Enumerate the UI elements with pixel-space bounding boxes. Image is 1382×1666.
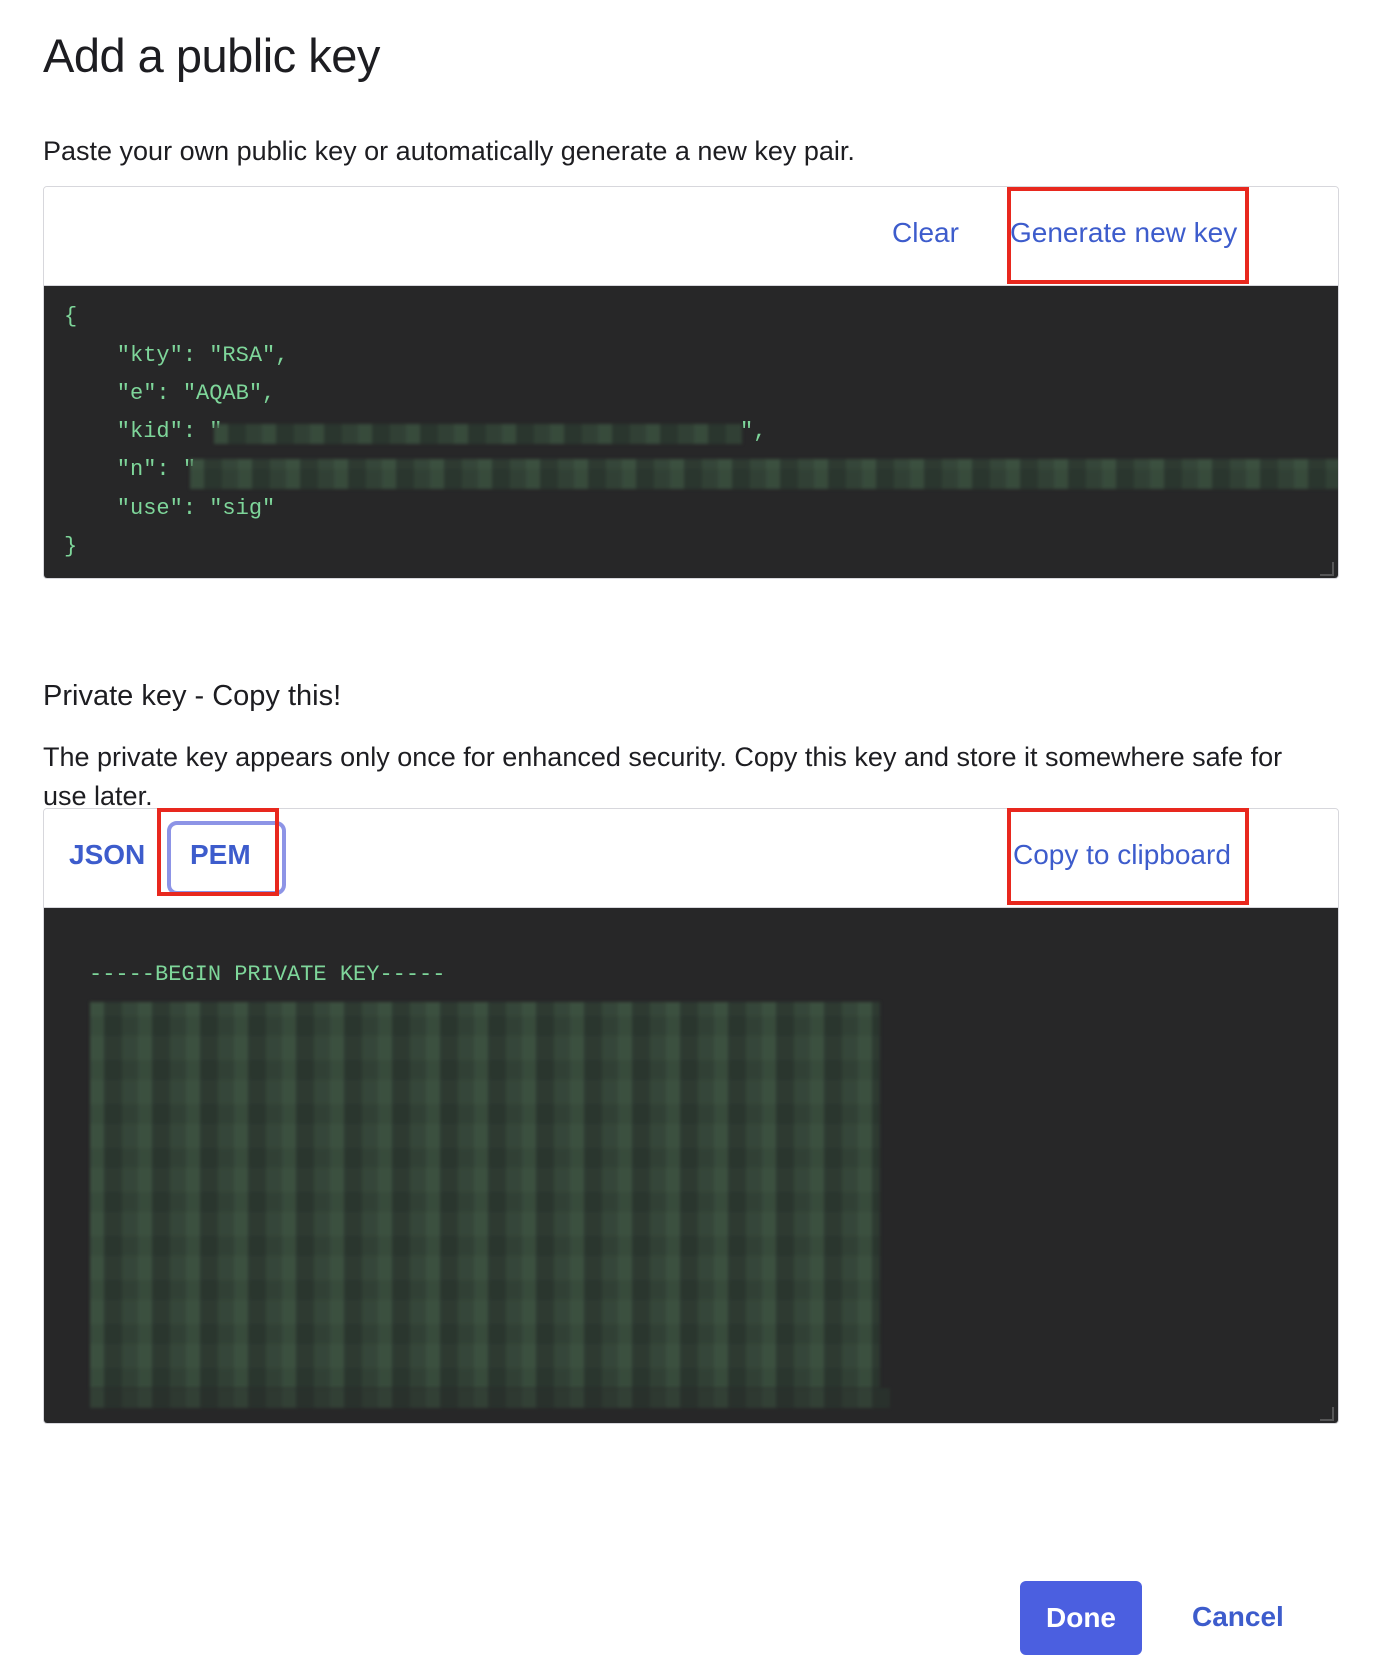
private-key-toolbar: JSON PEM Copy to clipboard — [44, 809, 1338, 908]
code-line-close: } — [64, 534, 78, 559]
page-title: Add a public key — [43, 29, 380, 82]
code-line: { — [64, 304, 78, 329]
pem-begin-line: -----BEGIN PRIVATE KEY----- — [89, 962, 446, 987]
clear-button[interactable]: Clear — [892, 217, 959, 249]
code-line-kty: "kty": "RSA", — [64, 343, 289, 368]
private-key-panel: JSON PEM Copy to clipboard -----BEGIN PR… — [43, 808, 1339, 1424]
generate-new-key-button[interactable]: Generate new key — [1010, 217, 1237, 249]
code-line-kid: "kid": " — [64, 419, 223, 444]
redacted-kid-value — [214, 424, 742, 444]
private-key-description: The private key appears only once for en… — [43, 742, 1283, 811]
redacted-private-key-line — [90, 1388, 890, 1408]
intro-text: Paste your own public key or automatical… — [43, 136, 855, 166]
redacted-n-value — [190, 459, 1338, 489]
cancel-button[interactable]: Cancel — [1192, 1601, 1284, 1633]
public-key-editor[interactable]: { "kty": "RSA", "e": "AQAB", "kid": " ",… — [44, 286, 1338, 578]
tab-pem[interactable]: PEM — [190, 839, 251, 871]
public-key-panel: Clear Generate new key { "kty": "RSA", "… — [43, 186, 1339, 579]
resize-handle-icon[interactable] — [1320, 1407, 1334, 1421]
code-line-use: "use": "sig" — [64, 496, 276, 521]
done-button[interactable]: Done — [1020, 1581, 1142, 1655]
code-line-e: "e": "AQAB", — [64, 381, 276, 406]
code-line-kid-end: ", — [740, 419, 767, 444]
copy-to-clipboard-button[interactable]: Copy to clipboard — [1013, 839, 1231, 871]
private-key-heading: Private key - Copy this! — [43, 680, 342, 712]
tab-json[interactable]: JSON — [69, 839, 145, 871]
redacted-private-key-body — [90, 1002, 880, 1388]
resize-handle-icon[interactable] — [1320, 562, 1334, 576]
public-key-toolbar: Clear Generate new key — [44, 187, 1338, 286]
code-line-n: "n": " — [64, 457, 197, 482]
private-key-editor[interactable]: -----BEGIN PRIVATE KEY----- — [44, 908, 1338, 1423]
